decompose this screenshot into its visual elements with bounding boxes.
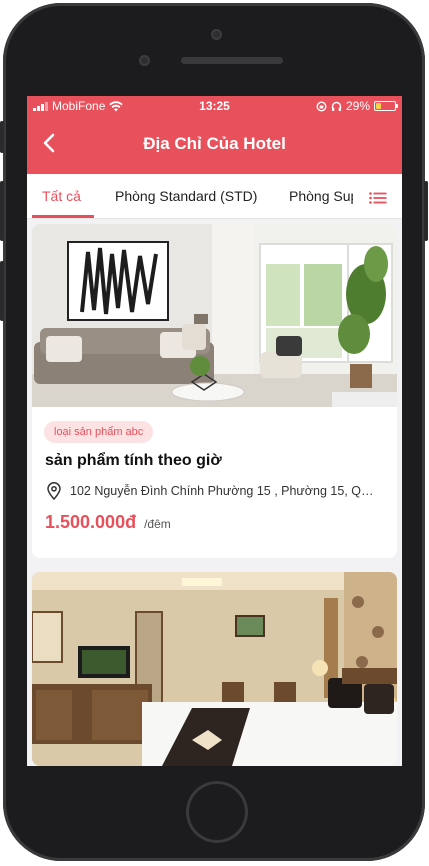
app-header: MobiFone 13:25 29% Địa Chỉ Của Hotel (27, 96, 402, 174)
rotation-lock-icon (316, 100, 327, 112)
price-amount: 1.500.000đ (45, 512, 137, 532)
power-button (424, 181, 428, 241)
location-pin-icon (47, 482, 61, 500)
tab-superior[interactable]: Phòng Superior (289, 188, 353, 204)
mute-switch (0, 121, 4, 153)
category-badge: loại sản phẩm abc (44, 421, 154, 443)
bedroom-photo (32, 572, 397, 766)
home-button[interactable] (186, 781, 248, 843)
category-tabs: Tất cả Phòng Standard (STD) Phòng Superi… (27, 174, 402, 219)
status-right: 29% (316, 99, 398, 113)
front-camera (211, 29, 222, 40)
status-bar: MobiFone 13:25 29% (27, 96, 402, 116)
price-unit: /đêm (144, 517, 171, 531)
address-text: 102 Nguyễn Đình Chính Phường 15 , Phường… (70, 484, 376, 498)
tab-superior-clip: Phòng Superior (289, 174, 353, 218)
proximity-sensor (139, 55, 150, 66)
battery-icon (374, 101, 398, 111)
list-icon[interactable] (369, 192, 387, 204)
listing-card[interactable] (32, 572, 397, 766)
listing-card[interactable]: loại sản phẩm abc sản phẩm tính theo giờ… (32, 224, 397, 558)
tab-standard[interactable]: Phòng Standard (STD) (115, 188, 257, 204)
tab-all[interactable]: Tất cả (42, 188, 81, 204)
volume-up-button (0, 181, 4, 241)
listing-address: 102 Nguyễn Đình Chính Phường 15 , Phường… (46, 482, 386, 500)
listing-name: sản phẩm tính theo giờ (45, 452, 222, 469)
app-screen: MobiFone 13:25 29% Địa Chỉ Của Hotel Tất… (27, 96, 402, 766)
battery-percentage: 29% (345, 99, 370, 113)
living-room-photo (32, 224, 397, 407)
headphones-icon (331, 101, 342, 111)
active-tab-indicator (32, 215, 94, 218)
page-title: Địa Chỉ Của Hotel (143, 134, 286, 153)
listing-price: 1.500.000đ /đêm (45, 512, 171, 533)
volume-down-button (0, 261, 4, 321)
battery-level (376, 103, 381, 109)
earpiece-speaker (181, 57, 283, 64)
